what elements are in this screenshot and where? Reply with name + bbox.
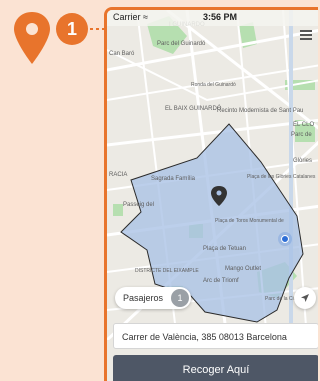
passengers-selector[interactable]: Pasajeros 1 xyxy=(115,287,192,309)
map-label: Can Baró xyxy=(109,51,135,57)
map-label: DISTRICTE DEL EIXAMPLE xyxy=(135,268,199,274)
hamburger-menu-icon[interactable] xyxy=(300,28,312,40)
map-label: Plaça de les Glòries Catalanes xyxy=(247,174,316,180)
map-label: Sagrada Família xyxy=(151,176,196,182)
clock-label: 3:56 PM xyxy=(203,12,238,22)
map-label: EL BAIX GUINARDÓ xyxy=(165,105,222,112)
phone-screen: I GUINARDO Parc del Guinardó Can Baró Ro… xyxy=(104,7,318,381)
map-label: Parc del Guinardó xyxy=(157,41,206,47)
map-label: Mango Outlet xyxy=(225,266,261,272)
map-label: RACIA xyxy=(109,172,127,178)
pickup-here-button[interactable]: Recoger Aquí xyxy=(113,355,318,381)
map-label: Recinto Modernista de Sant Pau xyxy=(217,108,303,114)
map-label: Plaça de Toros Monumental de xyxy=(215,218,284,224)
map-label: Ronda del Guinardó xyxy=(191,82,236,88)
step-callout: 1 xyxy=(14,12,110,64)
map-label: Plaça de Tetuan xyxy=(203,246,246,252)
passengers-label: Pasajeros xyxy=(123,293,164,303)
location-pin-icon xyxy=(14,12,50,64)
map-label: Parc de xyxy=(291,132,312,138)
user-location-dot xyxy=(278,232,292,246)
navigation-arrow-icon xyxy=(301,294,309,302)
map-label: Glòries xyxy=(293,158,312,164)
address-field[interactable]: Carrer de València, 385 08013 Barcelona xyxy=(113,323,318,349)
recenter-location-button[interactable] xyxy=(294,287,316,309)
map-label: Passeig del xyxy=(123,202,154,208)
carrier-label: Carrier ≈ xyxy=(113,12,148,22)
step-number: 1 xyxy=(67,19,77,39)
status-bar: Carrier ≈ 3:56 PM xyxy=(107,10,318,26)
map-label: EL CLO xyxy=(293,122,314,128)
map-label: Arc de Triomf xyxy=(203,278,239,284)
passenger-count-badge: 1 xyxy=(171,289,190,307)
